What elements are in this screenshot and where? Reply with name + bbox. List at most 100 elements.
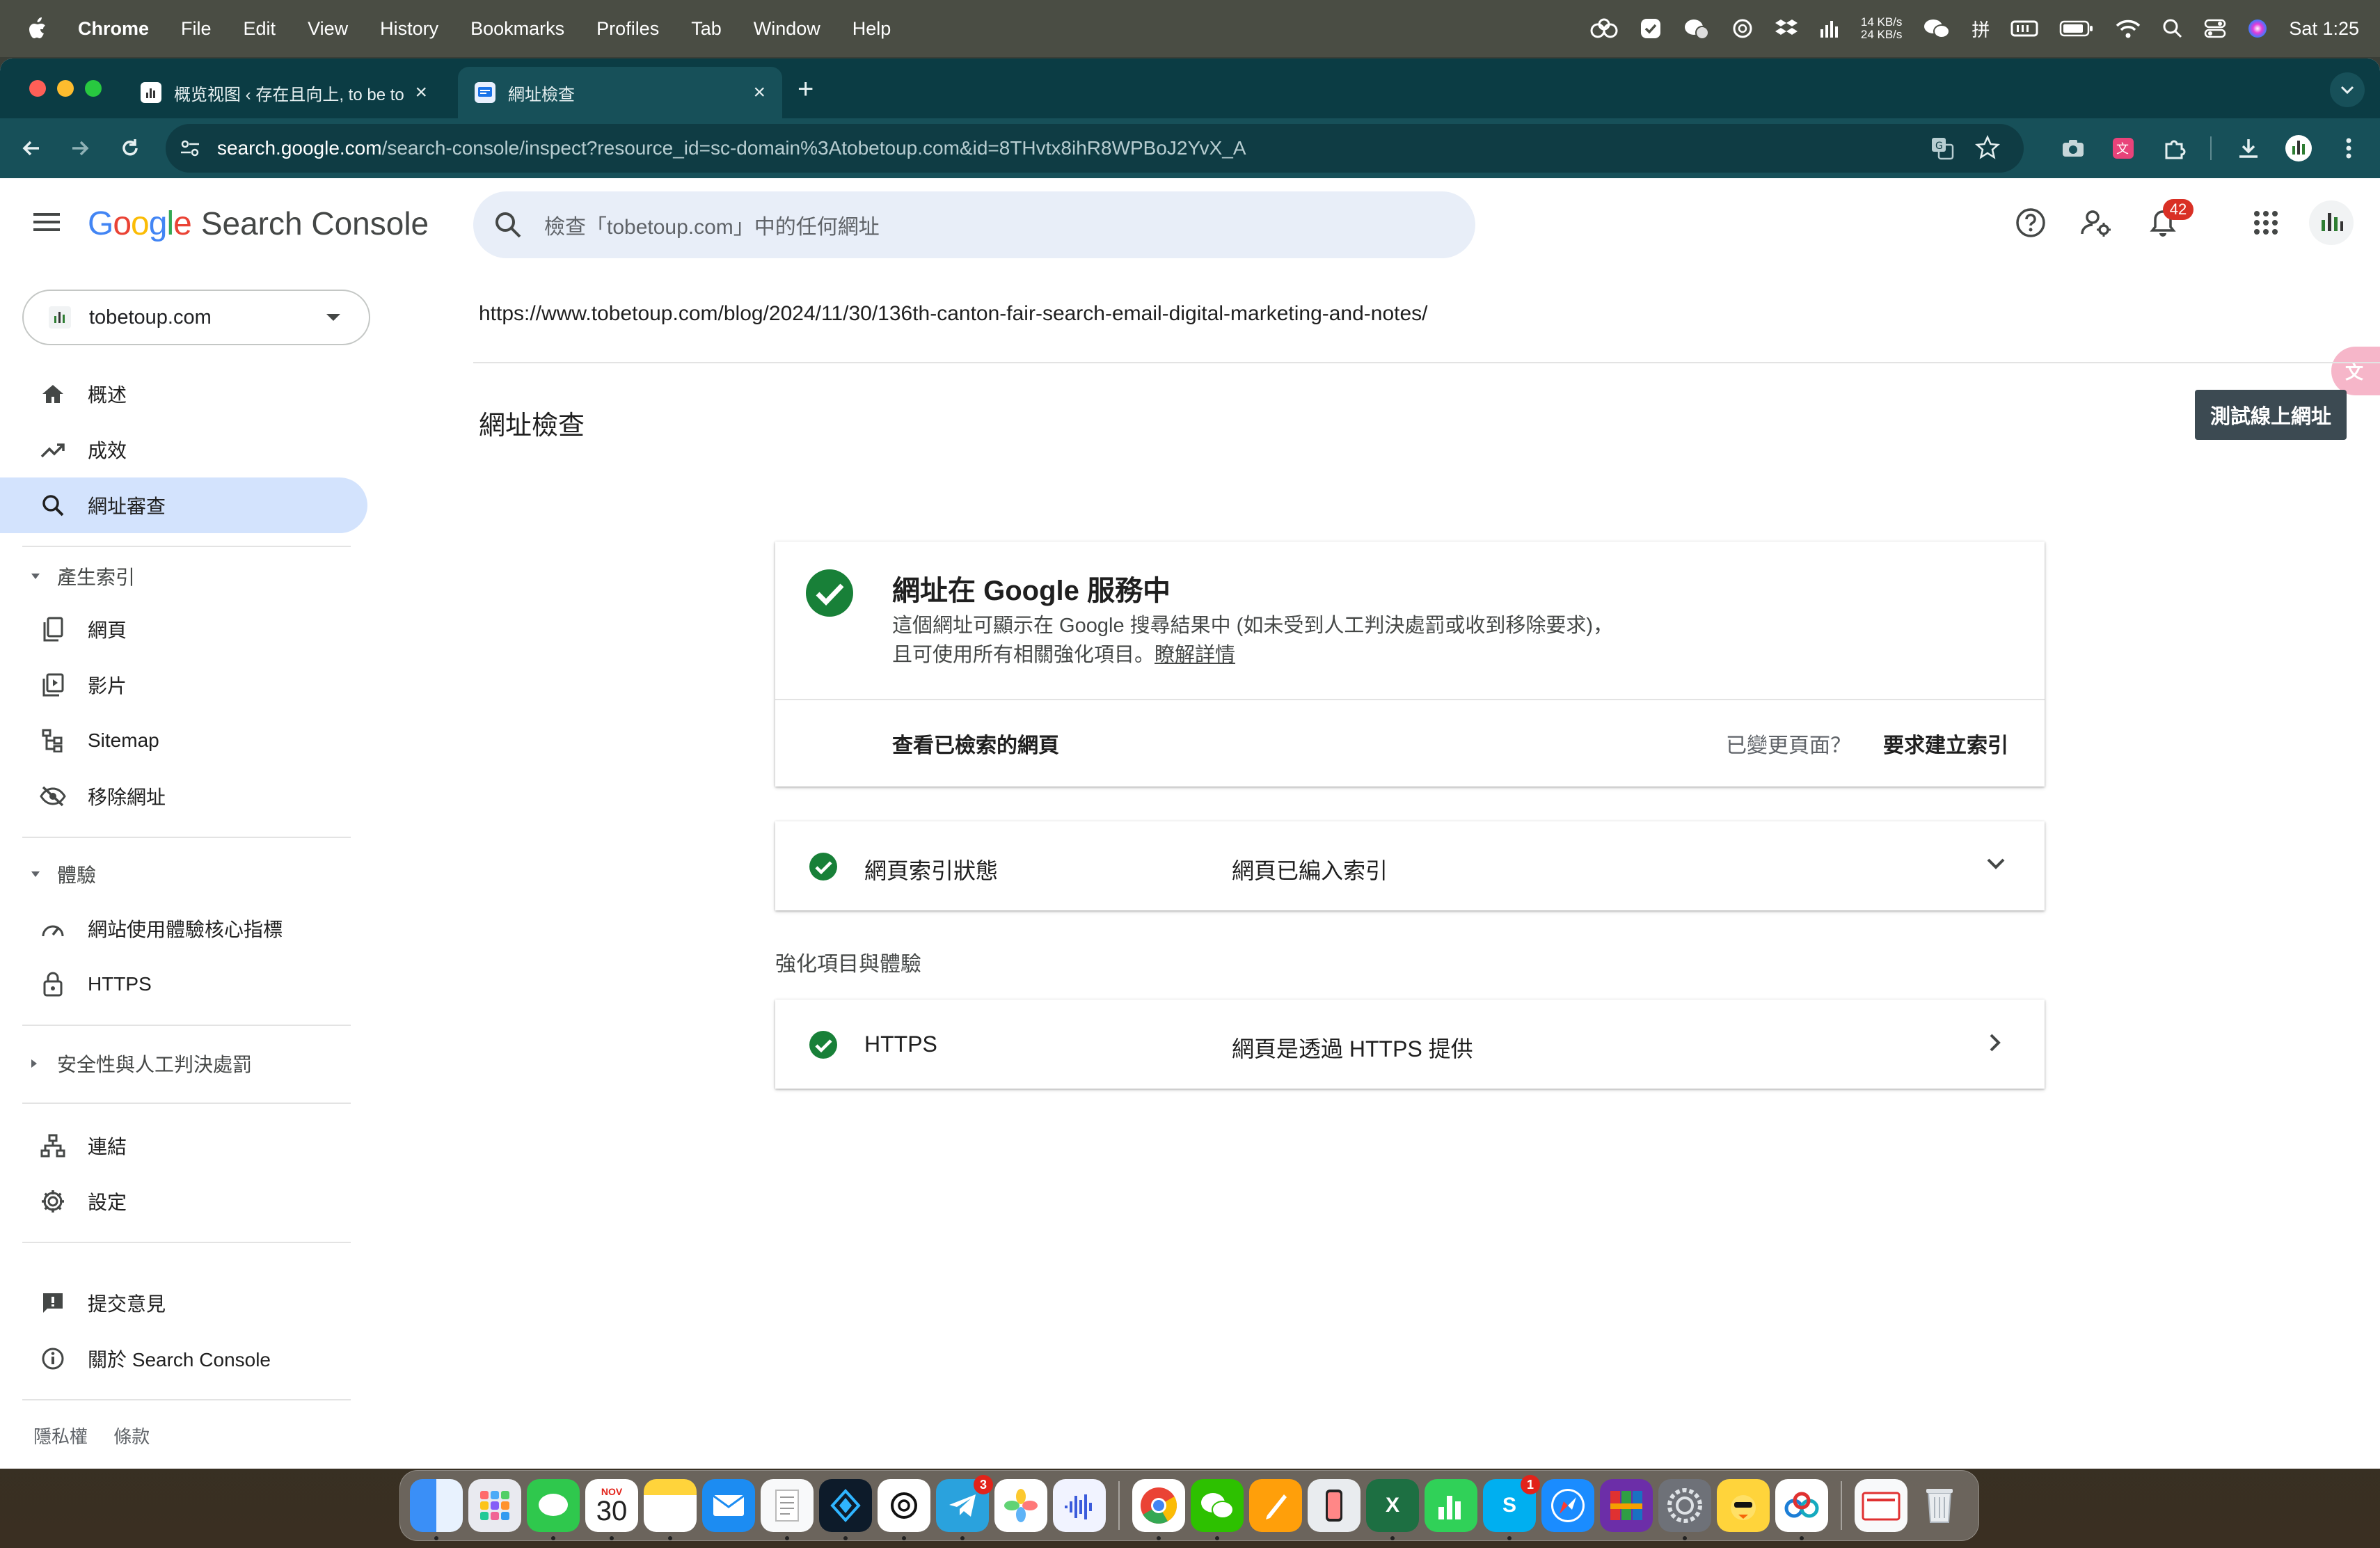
- menu-bookmarks[interactable]: Bookmarks: [470, 18, 564, 40]
- tab-close-icon[interactable]: ×: [753, 81, 765, 104]
- extensions-puzzle-icon[interactable]: [2156, 129, 2193, 167]
- task-check-icon[interactable]: [1640, 17, 1662, 40]
- section-experience[interactable]: 體驗: [31, 853, 96, 895]
- iphone-mirroring-dock-icon[interactable]: [1308, 1479, 1360, 1532]
- url-inspect-search-bar[interactable]: 檢查「tobetoup.com」中的任何網址: [473, 191, 1475, 258]
- menu-file[interactable]: File: [181, 18, 212, 40]
- apple-menu-icon[interactable]: [26, 17, 47, 40]
- dropbox-icon[interactable]: [1775, 18, 1798, 39]
- cyberduck-dock-icon[interactable]: [1717, 1479, 1770, 1532]
- translate-extension-icon[interactable]: 文: [2104, 129, 2142, 167]
- audio-levels-icon[interactable]: [1819, 18, 1840, 39]
- menu-history[interactable]: History: [380, 18, 438, 40]
- menu-app-name[interactable]: Chrome: [78, 18, 149, 40]
- privacy-link[interactable]: 隱私權: [33, 1426, 88, 1447]
- hamburger-menu-icon[interactable]: [33, 212, 60, 232]
- help-icon[interactable]: [2010, 202, 2052, 244]
- profile-avatar[interactable]: [2280, 129, 2317, 167]
- address-bar[interactable]: search.google.com/search-console/inspect…: [166, 124, 2024, 173]
- input-method-icon[interactable]: 拼: [1972, 16, 1990, 42]
- notifications-bell-icon[interactable]: 42: [2142, 199, 2193, 244]
- menu-profiles[interactable]: Profiles: [596, 18, 659, 40]
- photos-dock-icon[interactable]: [994, 1479, 1047, 1532]
- pages-dock-icon[interactable]: [1249, 1479, 1302, 1532]
- nav-core-web-vitals[interactable]: 網站使用體驗核心指標: [0, 901, 367, 956]
- menu-edit[interactable]: Edit: [244, 18, 276, 40]
- baidu-netdisk-dock-icon[interactable]: [1775, 1479, 1828, 1540]
- menu-window[interactable]: Window: [754, 18, 820, 40]
- launchpad-dock-icon[interactable]: [468, 1479, 521, 1532]
- nav-pages[interactable]: 網頁: [0, 601, 367, 657]
- terms-link[interactable]: 條款: [113, 1426, 150, 1447]
- wechat-icon[interactable]: [1923, 17, 1951, 40]
- nav-videos[interactable]: 影片: [0, 657, 367, 713]
- test-live-url-button[interactable]: 測試線上網址: [2195, 390, 2347, 440]
- tab-search-button[interactable]: [2330, 72, 2365, 107]
- new-tab-button[interactable]: +: [798, 74, 814, 105]
- chrome-menu-icon[interactable]: [2330, 129, 2367, 167]
- forward-button[interactable]: [61, 129, 99, 167]
- nav-links[interactable]: 連結: [0, 1118, 367, 1174]
- system-settings-dock-icon[interactable]: [1658, 1479, 1711, 1540]
- wechat-dock-icon[interactable]: [1191, 1479, 1244, 1540]
- screenshot-extension-icon[interactable]: [2054, 129, 2092, 167]
- search-icon[interactable]: [494, 211, 522, 239]
- https-row[interactable]: HTTPS 網頁是透過 HTTPS 提供: [775, 1000, 2045, 1089]
- winrar-dock-icon[interactable]: [1600, 1479, 1653, 1532]
- window-zoom-button[interactable]: [85, 80, 102, 97]
- cloud-sync-icon[interactable]: [1589, 18, 1619, 39]
- excel-dock-icon[interactable]: X: [1366, 1479, 1419, 1540]
- window-minimize-button[interactable]: [57, 80, 74, 97]
- search-console-logo[interactable]: Google Search Console: [88, 205, 429, 243]
- tab-url-inspection[interactable]: 網址檢查 ×: [458, 67, 782, 118]
- section-indexing[interactable]: 產生索引: [31, 555, 135, 597]
- menu-tab[interactable]: Tab: [691, 18, 722, 40]
- view-crawled-page-button[interactable]: 查看已檢索的網頁: [892, 728, 1059, 759]
- chrome-dock-icon[interactable]: [1132, 1479, 1185, 1540]
- calendar-dock-icon[interactable]: NOV 30: [585, 1479, 638, 1540]
- tab-blog-overview[interactable]: 概览视图 ‹ 存在且向上, to be to ×: [124, 67, 444, 118]
- voice-memos-dock-icon[interactable]: [1053, 1479, 1106, 1532]
- mail-dock-icon[interactable]: [702, 1479, 755, 1532]
- battery-icon[interactable]: [2059, 19, 2094, 38]
- google-apps-icon[interactable]: [2245, 202, 2287, 244]
- nav-performance[interactable]: 成效: [0, 422, 367, 477]
- chatgpt-dock-icon[interactable]: [878, 1479, 930, 1540]
- spotlight-search-icon[interactable]: [2162, 18, 2183, 39]
- menu-help[interactable]: Help: [852, 18, 891, 40]
- chevron-right-icon[interactable]: [1989, 1033, 2001, 1052]
- request-indexing-button[interactable]: 要求建立索引: [1883, 728, 2008, 759]
- bookmark-star-icon[interactable]: [1975, 135, 2000, 160]
- siri-icon[interactable]: [2247, 18, 2268, 39]
- property-selector[interactable]: tobetoup.com: [22, 290, 370, 345]
- wechat-badge-icon[interactable]: [1683, 17, 1711, 40]
- account-avatar[interactable]: [2309, 200, 2354, 245]
- control-center-icon[interactable]: [2204, 18, 2226, 39]
- nav-https[interactable]: HTTPS: [0, 956, 367, 1012]
- downloads-stack-dock-icon[interactable]: [1855, 1479, 1907, 1532]
- nav-removals[interactable]: 移除網址: [0, 768, 367, 824]
- chevron-down-icon[interactable]: [1986, 858, 2006, 870]
- memory-icon[interactable]: [2010, 19, 2038, 38]
- nav-url-inspection[interactable]: 網址審查: [0, 477, 367, 533]
- learn-more-link[interactable]: 瞭解詳情: [1155, 644, 1235, 666]
- section-security[interactable]: 安全性與人工判決處罰: [31, 1043, 252, 1084]
- safari-dock-icon[interactable]: [1541, 1479, 1594, 1532]
- nav-about[interactable]: 關於 Search Console: [0, 1331, 367, 1387]
- openai-icon[interactable]: [1731, 17, 1754, 40]
- nav-overview[interactable]: 概述: [0, 366, 367, 422]
- finder-dock-icon[interactable]: [410, 1479, 463, 1540]
- telegram-dock-icon[interactable]: 3: [936, 1475, 993, 1540]
- messages-dock-icon[interactable]: [527, 1479, 580, 1540]
- trash-dock-icon[interactable]: [1913, 1479, 1966, 1532]
- nav-sitemaps[interactable]: Sitemap: [0, 713, 367, 768]
- notes-dock-icon[interactable]: [644, 1479, 697, 1540]
- translate-icon[interactable]: G: [1930, 136, 1954, 160]
- wifi-icon[interactable]: [2115, 18, 2141, 39]
- textedit-dock-icon[interactable]: [761, 1479, 814, 1540]
- user-settings-icon[interactable]: [2075, 202, 2117, 244]
- nav-submit-feedback[interactable]: 提交意見: [0, 1275, 367, 1331]
- numbers-dock-icon[interactable]: [1425, 1479, 1477, 1532]
- cursor-ide-dock-icon[interactable]: [819, 1479, 872, 1540]
- menubar-clock[interactable]: Sat 1:25: [2289, 18, 2359, 40]
